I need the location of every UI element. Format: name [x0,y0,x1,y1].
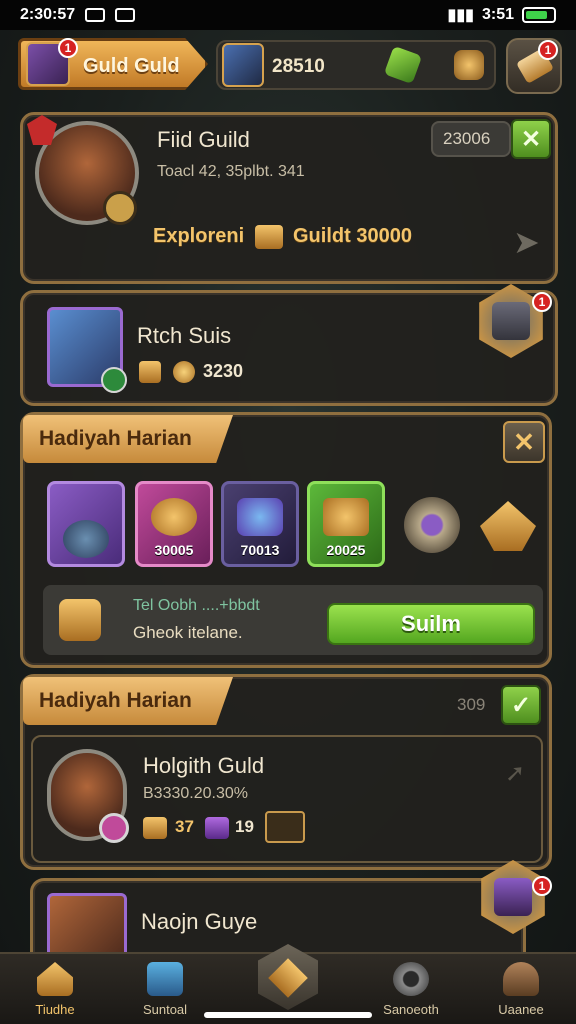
reward-item-shield[interactable]: 70013 [221,481,299,567]
close-icon[interactable]: ✕ [511,119,551,159]
claim-button-label: Suilm [401,611,461,636]
reward-value: 70013 [240,542,280,558]
golden-helm-icon [480,501,536,551]
guild-subtitle: Toacl 42, 35plbt. 341 [157,163,305,180]
hero-icon [63,520,109,558]
status-time: 2:30:57 [20,6,76,23]
emblem-icon [103,191,137,225]
second-daily-chip: 309 [457,695,486,714]
nav-profile[interactable]: Uaanee [466,954,576,1024]
rank-icon [265,811,305,843]
gallery-icon [115,8,136,22]
claim-button[interactable]: Suilm [327,603,535,645]
reward-value: 20025 [326,542,366,558]
daily-reward-panel: Hadiyah Harian ✕ 30005 70013 20025 Tel O… [20,412,552,668]
entry-subtitle: B3330.20.30% [143,785,248,802]
guild-entry[interactable]: Holgith Guld B3330.20.30% 37 19 ➚ [31,735,543,863]
reward-item-horn[interactable]: 30005 [135,481,213,567]
nav-profile-label: Uaanee [498,1002,544,1017]
amulet-icon [404,497,460,553]
top-bar: Guld Guld 1 28510 1 [0,34,576,96]
power-value: 23006 [443,129,491,148]
member-gold: 3230 [203,361,244,381]
profile-icon [503,962,539,996]
gold-bar-icon [139,361,161,383]
reward-value: 30005 [154,542,194,558]
shield-icon[interactable] [454,50,484,80]
gold-bar-icon [143,817,167,839]
power-chip: 23006 [431,121,511,157]
coin-icon [173,361,195,383]
guild-card[interactable]: Fiid Guild Toacl 42, 35plbt. 341 Explore… [20,112,558,284]
refresh-icon [101,367,127,393]
emblem-icon [99,813,129,843]
gold-chest-icon [323,498,369,536]
bottom-name: Naojn Guye [141,909,258,934]
nav-battle[interactable] [258,944,318,1010]
bottom-guild-card[interactable]: Naojn Guye [30,878,526,961]
entry-name: Holgith Guld [143,753,265,778]
status-bar: 2:30:57 ▮▮▮ 3:51 [0,0,576,30]
swords-icon [268,958,308,998]
reward-item-hero[interactable] [47,481,125,567]
signal-icon: ▮▮▮ [447,7,474,24]
daily-reward-title: Hadiyah Harian [39,427,192,450]
arrow-icon[interactable]: ➚ [505,759,525,788]
entry-gold: 37 [175,817,194,836]
gift-icon [59,599,101,641]
nav-settings[interactable]: Sanoeoth [356,954,466,1024]
home-indicator[interactable] [204,1012,372,1018]
second-daily-panel: Hadiyah Harian 309 ✓ Holgith Guld B3330.… [20,674,552,870]
reward-item-helm[interactable] [469,481,547,567]
nav-settings-label: Sanoeoth [383,1002,439,1017]
gear-icon [393,962,429,996]
confirm-icon[interactable]: ✓ [501,685,541,725]
explore-label: Exploreni [153,225,245,247]
reward-label: Guildt 30000 [293,225,412,247]
gold-horn-icon [151,498,197,536]
chevron-right-icon[interactable]: ➤ [513,223,540,261]
reward-item-amulet[interactable] [393,481,471,567]
daily-close-button[interactable]: ✕ [503,421,545,463]
claim-info-line1: Tel Oobh ....+bbdt [133,597,260,614]
daily-reward-header: Hadiyah Harian [23,415,233,463]
network-label: 3:51 [481,6,514,23]
battery-icon [522,7,556,23]
member-card[interactable]: Rtch Suis 3230 [20,290,558,406]
nav-home[interactable]: Tiudhe [0,954,110,1024]
member-badge: 1 [532,292,552,312]
entry-gems: 19 [235,817,254,836]
notification-icon [85,8,106,22]
member-name: Rtch Suis [137,323,232,348]
guild-tab-label: Guld Guld [83,55,180,77]
resource-amount: 28510 [272,56,325,77]
bottom-badge: 1 [532,876,552,896]
home-icon [37,962,73,996]
guild-notification-badge: 1 [58,38,78,58]
second-daily-header: Hadiyah Harian [23,677,233,725]
second-daily-title: Hadiyah Harian [39,689,192,712]
leaf-icon[interactable] [383,45,423,85]
quest-icon [147,962,183,996]
guild-name: Fiid Guild [157,127,250,152]
bottom-portrait[interactable] [47,893,127,961]
hero-avatar[interactable] [222,43,264,87]
chest-icon [255,225,283,249]
reward-item-chest[interactable]: 20025 [307,481,385,567]
crystal-shield-icon [237,498,283,536]
gem-icon [205,817,229,839]
resource-bar: 28510 [216,40,496,90]
nav-home-label: Tiudhe [35,1002,75,1017]
shop-badge: 1 [538,40,558,60]
claim-info-line2: Gheok itelane. [133,623,243,642]
